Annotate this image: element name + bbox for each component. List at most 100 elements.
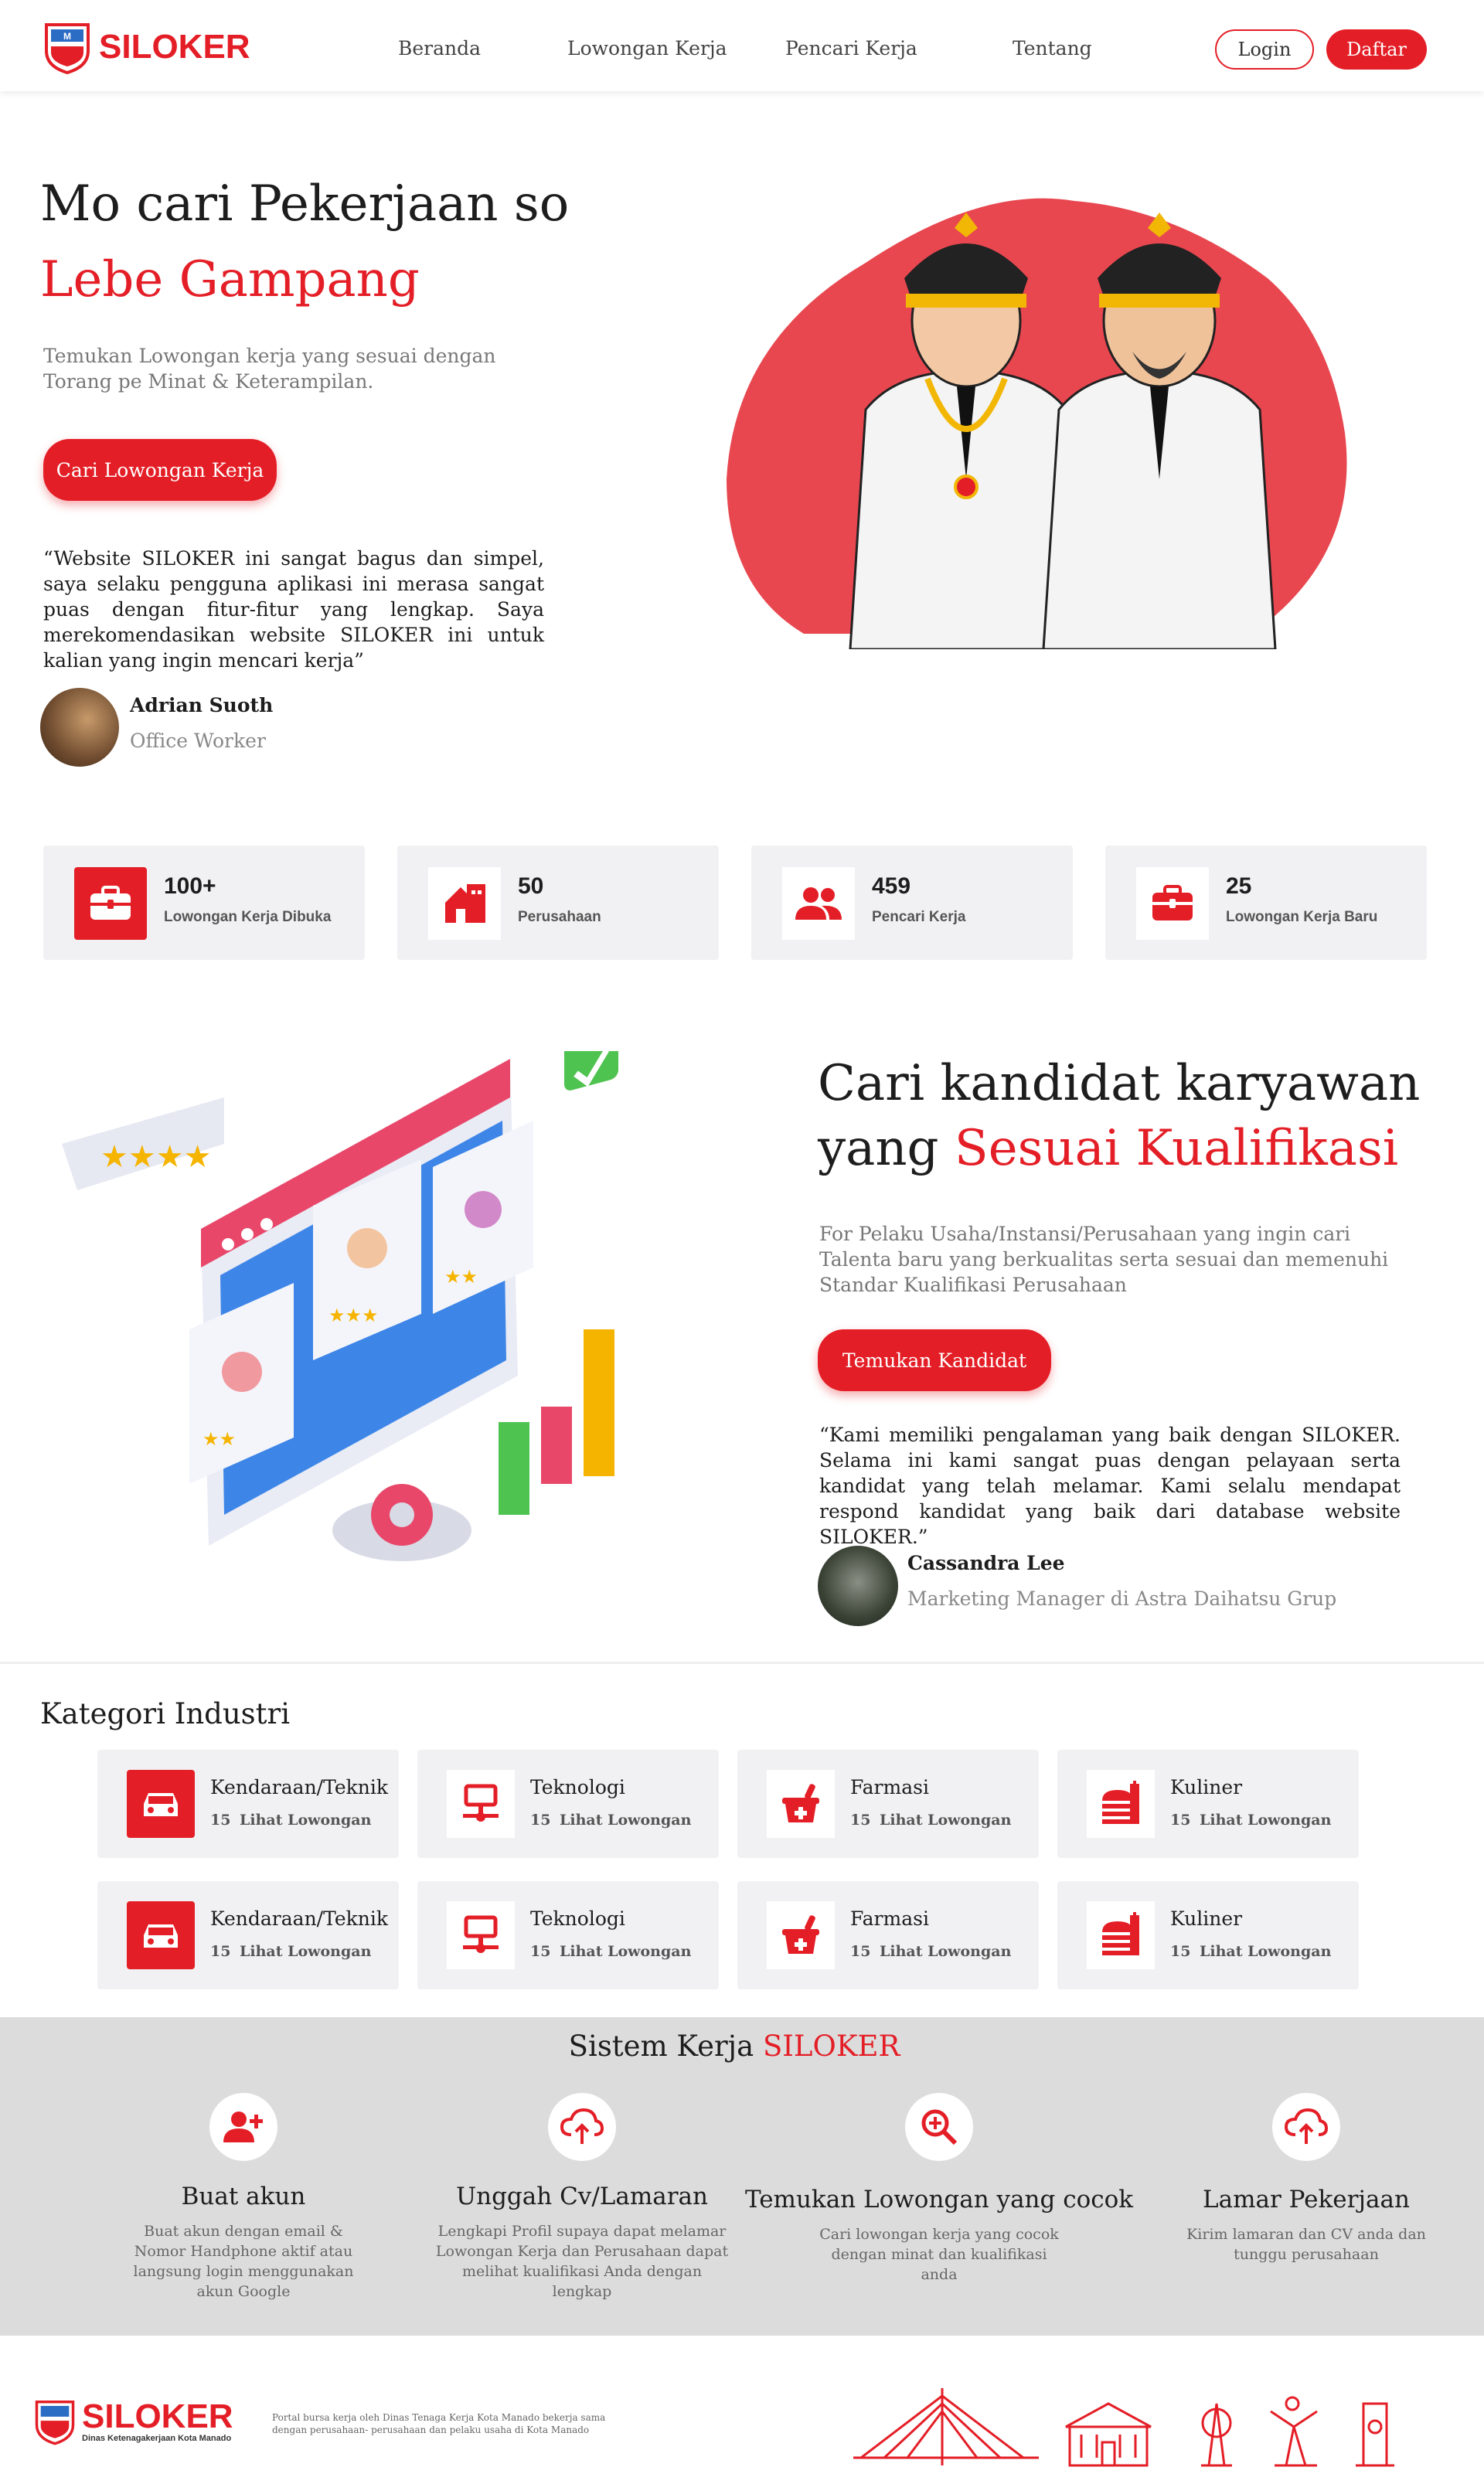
- add-user-icon: [209, 2093, 277, 2161]
- nav-tentang[interactable]: Tentang: [1013, 37, 1092, 60]
- category-link[interactable]: Lihat Lowongan: [880, 1812, 1011, 1829]
- section-divider: [0, 1662, 1484, 1664]
- footer-logo[interactable]: SILOKER Dinas Ketenagakerjaan Kota Manad…: [34, 2397, 233, 2445]
- briefcase-icon: [74, 867, 147, 940]
- recruit-title-line2: yang Sesuai Kualifikasi: [818, 1116, 1420, 1181]
- recruit-illustration: ★★★★ ★★★ ★★ ★★: [62, 1051, 618, 1561]
- nav-beranda[interactable]: Beranda: [398, 37, 481, 60]
- category-card-teknologi[interactable]: Teknologi 15 Lihat Lowongan: [417, 1750, 719, 1858]
- hero-title-line2: Lebe Gampang: [40, 251, 420, 308]
- category-card-kuliner[interactable]: Kuliner 15 Lihat Lowongan: [1057, 1750, 1359, 1858]
- nav-lowongan-kerja[interactable]: Lowongan Kerja: [567, 37, 727, 60]
- category-count: 15: [530, 1943, 551, 1960]
- register-button[interactable]: Daftar: [1326, 29, 1427, 70]
- recruit-title-line2-plain: yang: [818, 1120, 955, 1177]
- hero-author-role: Office Worker: [130, 730, 266, 752]
- category-card-farmasi[interactable]: Farmasi 15 Lihat Lowongan: [737, 1750, 1039, 1858]
- footer-brand-name: SILOKER: [82, 2397, 233, 2435]
- car-icon: [127, 1770, 195, 1838]
- category-card-kendaraan[interactable]: Kendaraan/Teknik 15 Lihat Lowongan: [97, 1881, 399, 1989]
- category-link[interactable]: Lihat Lowongan: [560, 1812, 691, 1829]
- category-count: 15: [850, 1943, 871, 1960]
- site-header: M SILOKER Beranda Lowongan Kerja Pencari…: [0, 0, 1484, 91]
- step-title: Lamar Pekerjaan: [1203, 2186, 1410, 2213]
- stat-card-companies: 50 Perusahaan: [397, 846, 719, 960]
- stat-label: Lowongan Kerja Baru: [1226, 909, 1378, 925]
- stat-card-seekers: 459 Pencari Kerja: [751, 846, 1073, 960]
- cloud-upload-icon: [548, 2093, 616, 2161]
- step-create-account: Buat akun Buat akun dengan email & Nomor…: [100, 2093, 386, 2302]
- hero-author-name: Adrian Suoth: [130, 694, 274, 716]
- stat-label: Lowongan Kerja Dibuka: [164, 909, 332, 925]
- hero-title-line1: Mo cari Pekerjaan so: [40, 175, 570, 233]
- nav-pencari-kerja[interactable]: Pencari Kerja: [785, 37, 917, 60]
- city-crest-icon: [35, 2401, 75, 2445]
- category-card-farmasi[interactable]: Farmasi 15 Lihat Lowongan: [737, 1881, 1039, 1989]
- hero-quote: “Website SILOKER ini sangat bagus dan si…: [43, 547, 544, 672]
- category-link[interactable]: Lihat Lowongan: [240, 1943, 371, 1960]
- statue-landmark: [1270, 2396, 1318, 2467]
- building-icon: [428, 867, 501, 940]
- hero-title: Mo cari Pekerjaan so Lebe Gampang: [40, 173, 569, 311]
- svg-text:★★: ★★: [203, 1428, 236, 1450]
- system-title-plain: Sistem Kerja: [568, 2030, 763, 2063]
- users-icon: [782, 867, 855, 940]
- stat-value: 459: [872, 873, 911, 899]
- bridge-landmark: [853, 2388, 1039, 2465]
- step-find-jobs: Temukan Lowongan yang cocok Cari lowonga…: [742, 2093, 1136, 2285]
- step-title: Temukan Lowongan yang cocok: [744, 2186, 1134, 2213]
- svg-text:M: M: [63, 31, 71, 42]
- hero-subtitle: Temukan Lowongan kerja yang sesuai denga…: [43, 345, 496, 393]
- category-card-kendaraan[interactable]: Kendaraan/Teknik 15 Lihat Lowongan: [97, 1750, 399, 1858]
- step-desc: Cari lowongan kerja yang cocok dengan mi…: [819, 2226, 1059, 2283]
- stat-label: Perusahaan: [518, 909, 601, 925]
- stat-card-new-jobs: 25 Lowongan Kerja Baru: [1105, 846, 1427, 960]
- hero-illustration: [727, 198, 1347, 649]
- tower-landmark: [1356, 2402, 1394, 2467]
- step-desc: Buat akun dengan email & Nomor Handphone…: [133, 2223, 354, 2300]
- system-title-highlight: SILOKER: [762, 2030, 900, 2063]
- category-count: 15: [530, 1812, 551, 1829]
- category-count: 15: [850, 1812, 871, 1829]
- category-name: Kuliner: [1170, 1776, 1243, 1798]
- svg-text:★★★: ★★★: [328, 1305, 379, 1326]
- stat-label: Pencari Kerja: [872, 909, 966, 925]
- recruit-subtitle: For Pelaku Usaha/Instansi/Perusahaan yan…: [819, 1223, 1389, 1296]
- category-card-kuliner[interactable]: Kuliner 15 Lihat Lowongan: [1057, 1881, 1359, 1989]
- category-name: Farmasi: [850, 1776, 929, 1798]
- category-link[interactable]: Lihat Lowongan: [1200, 1812, 1331, 1829]
- cloud-upload-icon: [1272, 2093, 1340, 2161]
- category-card-teknologi[interactable]: Teknologi 15 Lihat Lowongan: [417, 1881, 719, 1989]
- find-jobs-button[interactable]: Cari Lowongan Kerja: [43, 439, 277, 501]
- step-apply: Lamar Pekerjaan Kirim lamaran dan CV and…: [1144, 2093, 1469, 2265]
- category-count: 15: [1170, 1812, 1191, 1829]
- hero-author-avatar: [40, 688, 119, 767]
- briefcase-new-icon: [1136, 867, 1209, 940]
- category-name: Teknologi: [530, 1907, 625, 1930]
- find-candidates-button[interactable]: Temukan Kandidat: [818, 1329, 1051, 1391]
- footer: SILOKER Dinas Ketenagakerjaan Kota Manad…: [0, 2336, 1484, 2484]
- pharmacy-icon: [767, 1770, 835, 1838]
- category-link[interactable]: Lihat Lowongan: [240, 1812, 371, 1829]
- recruit-author-name: Cassandra Lee: [907, 1552, 1065, 1574]
- step-upload-cv: Unggah Cv/Lamaran Lengkapi Profil supaya…: [424, 2093, 740, 2302]
- city-crest-icon: M: [45, 23, 90, 74]
- login-button[interactable]: Login: [1215, 29, 1314, 70]
- food-icon: [1087, 1901, 1155, 1969]
- manado-landmarks-illustration: [853, 2388, 1394, 2467]
- category-name: Teknologi: [530, 1776, 625, 1798]
- category-link[interactable]: Lihat Lowongan: [560, 1943, 691, 1960]
- category-name: Farmasi: [850, 1907, 929, 1930]
- stat-value: 50: [518, 873, 544, 899]
- recruit-title-line2-highlight: Sesuai Kualifikasi: [954, 1120, 1399, 1177]
- step-desc: Lengkapi Profil supaya dapat melamar Low…: [435, 2223, 729, 2300]
- category-count: 15: [1170, 1943, 1191, 1960]
- category-link[interactable]: Lihat Lowongan: [880, 1943, 1011, 1960]
- category-link[interactable]: Lihat Lowongan: [1200, 1943, 1331, 1960]
- network-icon: [447, 1770, 515, 1838]
- recruit-quote: “Kami memiliki pengalaman yang baik deng…: [819, 1424, 1401, 1548]
- brand-logo[interactable]: M SILOKER: [43, 20, 250, 74]
- category-name: Kuliner: [1170, 1907, 1243, 1930]
- stat-value: 25: [1226, 873, 1252, 899]
- system-section: Sistem Kerja SILOKER Buat akun Buat akun…: [0, 2017, 1484, 2336]
